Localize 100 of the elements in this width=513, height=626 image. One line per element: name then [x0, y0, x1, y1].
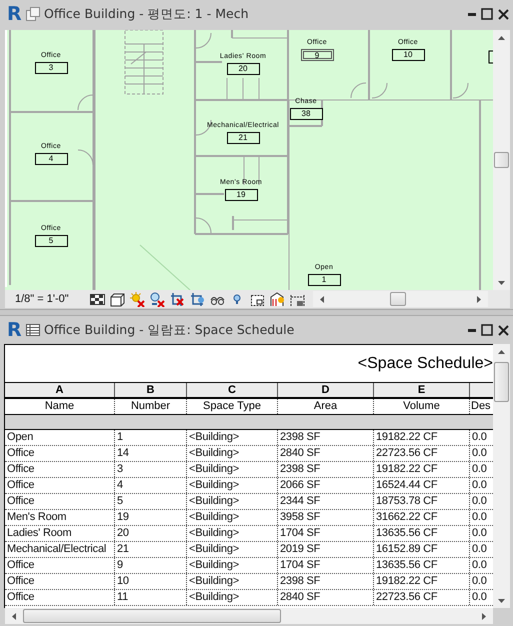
table-cell-text: 0.0: [471, 478, 488, 493]
table-cell: <Building>: [187, 478, 278, 493]
table-cell: Office: [5, 494, 115, 509]
window-title: Office Building - 일람표: Space Schedule: [44, 320, 296, 339]
table-cell: 13635.56 CF: [374, 558, 470, 573]
table-cell: Open: [5, 430, 115, 445]
column-letter[interactable]: A: [5, 383, 115, 397]
table-cell-text: 0.0: [471, 446, 488, 461]
scroll-left-icon[interactable]: [320, 296, 324, 303]
table-cell: Office: [5, 590, 115, 605]
minimize-icon[interactable]: [468, 328, 476, 332]
table-cell-text: 0.0: [471, 430, 488, 445]
table-cell: 21: [115, 542, 187, 557]
column-letter[interactable]: C: [187, 383, 278, 397]
crop-icon[interactable]: [190, 292, 205, 306]
scroll-thumb[interactable]: [23, 609, 281, 623]
scroll-right-icon[interactable]: [482, 613, 486, 620]
table-cell: 3: [115, 462, 187, 477]
views-icon: [26, 7, 40, 21]
table-cell: Office: [5, 574, 115, 589]
maximize-icon[interactable]: [481, 324, 493, 336]
room-number[interactable]: 10: [392, 49, 424, 61]
table-cell: 13635.56 CF: [374, 526, 470, 541]
table-cell-text: 0.0: [471, 462, 488, 477]
scroll-up-icon[interactable]: [498, 36, 505, 40]
horizontal-scrollbar[interactable]: [313, 291, 488, 307]
room-number[interactable]: 3: [34, 62, 68, 74]
room-number[interactable]: 1: [308, 274, 340, 286]
table-cell: 14: [115, 446, 187, 461]
table-cell: <Building>: [187, 494, 278, 509]
room-number[interactable]: 9: [300, 49, 334, 61]
room-number[interactable]: 4: [34, 153, 68, 165]
table-cell: 1704 SF: [278, 558, 374, 573]
horizontal-scrollbar[interactable]: [5, 608, 493, 624]
table-cell: <Building>: [187, 574, 278, 589]
table-cell: <Building>: [187, 526, 278, 541]
scale-label[interactable]: 1/8" = 1'-0": [15, 290, 85, 308]
table-cell: 19182.22 CF: [374, 430, 470, 445]
column-header[interactable]: Space Type: [187, 399, 278, 414]
room-number[interactable]: 20: [226, 63, 260, 75]
table-cell: 2066 SF: [278, 478, 374, 493]
column-letter[interactable]: D: [278, 383, 374, 397]
column-letter[interactable]: E: [374, 383, 470, 397]
vertical-scrollbar[interactable]: [493, 344, 510, 608]
room-number[interactable]: 21: [226, 132, 260, 144]
vertical-scrollbar[interactable]: [493, 30, 510, 290]
table-cell: 11: [115, 590, 187, 605]
house-icon[interactable]: [270, 292, 285, 306]
scroll-thumb[interactable]: [390, 292, 406, 306]
table-cell: <Building>: [187, 430, 278, 445]
table-cell: 2019 SF: [278, 542, 374, 557]
table-cell: Ladies' Room: [5, 526, 115, 541]
column-header[interactable]: Number: [115, 399, 187, 414]
checker-icon[interactable]: [90, 292, 105, 306]
table-cell: 3958 SF: [278, 510, 374, 525]
table-cell: Mechanical/Electrical: [5, 542, 115, 557]
table-cell: 2398 SF: [278, 462, 374, 477]
scroll-thumb[interactable]: [494, 152, 509, 168]
column-header[interactable]: Area: [278, 399, 374, 414]
table-cell: 22723.56 CF: [374, 446, 470, 461]
table-cell: Office: [5, 446, 115, 461]
table-cell-text: 0.0: [471, 590, 488, 605]
maximize-icon[interactable]: [481, 8, 493, 20]
table-cell-text: 0.0: [471, 526, 488, 541]
room-number[interactable]: 38: [290, 108, 322, 120]
scroll-thumb[interactable]: [494, 362, 509, 402]
table-cell: 2398 SF: [278, 430, 374, 445]
scroll-down-icon[interactable]: [498, 281, 505, 285]
table-cell: 1: [115, 430, 187, 445]
table-cell-text: 0.0: [471, 542, 488, 557]
table-cell: 9: [115, 558, 187, 573]
window-title: Office Building - 평면도: 1 - Mech: [44, 4, 250, 23]
minimize-icon[interactable]: [468, 12, 476, 16]
sun-icon[interactable]: [130, 292, 145, 306]
table-cell: 2398 SF: [278, 574, 374, 589]
table-cell: 19: [115, 510, 187, 525]
scroll-right-icon[interactable]: [477, 296, 481, 303]
column-header[interactable]: Name: [5, 399, 115, 414]
room-number[interactable]: 19: [224, 189, 258, 201]
table-cell: 5: [115, 494, 187, 509]
table-cell: 20: [115, 526, 187, 541]
magnifier-icon[interactable]: [150, 292, 165, 306]
close-icon[interactable]: [498, 324, 509, 336]
table-cell: 1704 SF: [278, 526, 374, 541]
table-cell: <Building>: [187, 590, 278, 605]
room-number[interactable]: 5: [34, 235, 68, 247]
scroll-up-icon[interactable]: [498, 350, 505, 354]
scroll-down-icon[interactable]: [498, 599, 505, 603]
cube-icon[interactable]: [110, 292, 125, 306]
table-cell: <Building>: [187, 542, 278, 557]
crop-icon[interactable]: [170, 292, 185, 306]
scroll-left-icon[interactable]: [12, 613, 16, 620]
column-header[interactable]: Des: [470, 399, 493, 414]
table-cell: <Building>: [187, 462, 278, 477]
column-letter[interactable]: B: [115, 383, 187, 397]
close-icon[interactable]: [498, 8, 509, 20]
table-cell-text: 0.0: [471, 510, 488, 525]
table-cell: 19182.22 CF: [374, 574, 470, 589]
table-cell: 19182.22 CF: [374, 462, 470, 477]
column-header[interactable]: Volume: [374, 399, 470, 414]
